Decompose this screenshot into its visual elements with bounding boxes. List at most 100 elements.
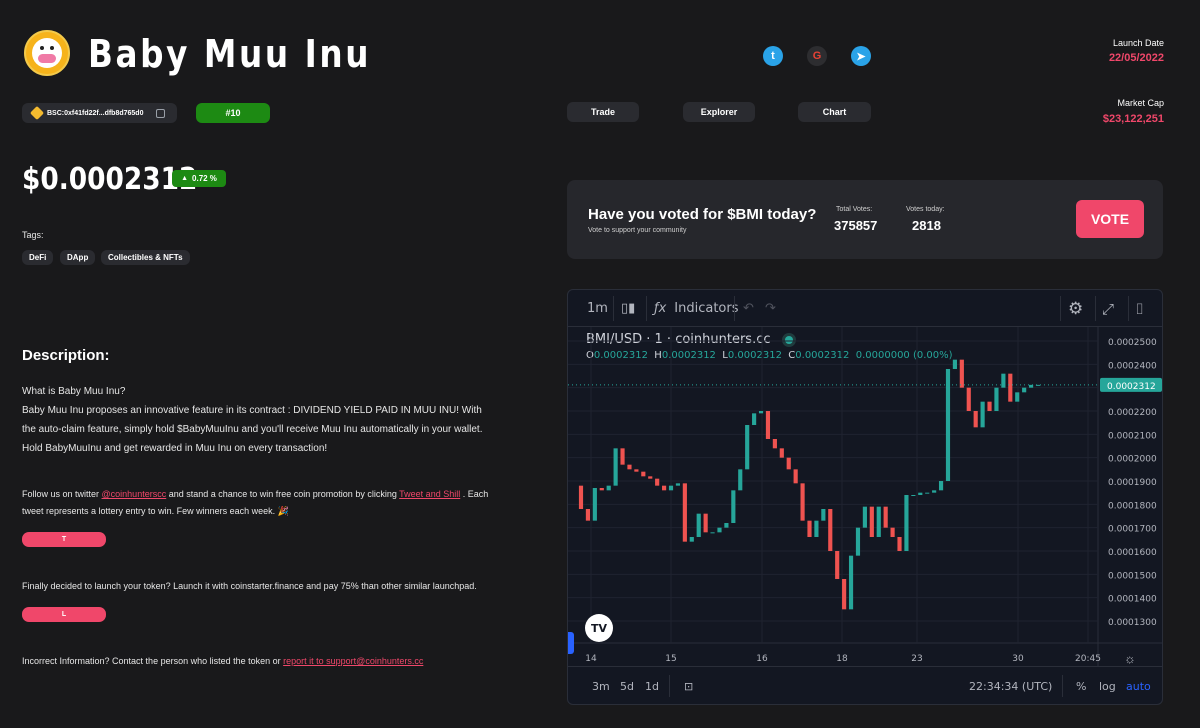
interval-button[interactable]: 1m — [587, 290, 608, 327]
undo-icon[interactable]: ↶ — [743, 290, 754, 327]
tag-defi[interactable]: DeFi — [22, 250, 54, 265]
description-body: Baby Muu Inu proposes an innovative feat… — [22, 405, 483, 454]
candle — [828, 509, 833, 551]
log-scale-toggle[interactable]: log — [1099, 667, 1116, 704]
y-tick-label: 0.0002200 — [1108, 408, 1157, 418]
tweet-button[interactable]: T — [22, 532, 106, 547]
candle — [606, 485, 611, 491]
range-3m[interactable]: 3m — [592, 667, 610, 704]
tradingview-logo-icon[interactable]: TV — [585, 614, 613, 642]
candle — [911, 495, 916, 496]
candle — [613, 448, 618, 486]
contract-address-text: BSC:0xf41fd22f...dfb8d765d0 — [47, 109, 144, 117]
candle — [765, 411, 771, 439]
chart-button[interactable]: Chart — [798, 102, 871, 122]
launchpad-text: Finally decided to launch your token? La… — [22, 581, 477, 591]
y-tick-label: 0.0001300 — [1108, 618, 1157, 628]
range-1d[interactable]: 1d — [645, 667, 659, 704]
candlestick-chart[interactable]: 0.00025000.00024000.00023000.00022000.00… — [568, 327, 1163, 667]
candle — [869, 506, 874, 537]
candle — [855, 527, 861, 556]
candle — [1015, 392, 1020, 402]
launch-date-label: Launch Date — [1112, 38, 1164, 48]
y-tick-label: 0.0001400 — [1108, 595, 1157, 605]
token-name: Baby Muu Inu — [88, 32, 372, 76]
candle — [883, 506, 888, 528]
votes-today-label: Votes today: — [906, 206, 945, 213]
candle — [835, 551, 840, 579]
y-tick-label: 0.0002500 — [1108, 338, 1157, 348]
twitter-icon[interactable]: t — [763, 46, 783, 66]
redo-icon[interactable]: ↷ — [765, 290, 776, 327]
candle — [980, 401, 985, 428]
candle — [938, 481, 944, 491]
settings-gear-icon[interactable]: ⚙ — [1068, 290, 1083, 327]
candle — [689, 537, 694, 542]
y-tick-label: 0.0001500 — [1108, 571, 1157, 581]
y-tick-label: 0.0001700 — [1108, 525, 1157, 535]
arrow-up-icon: ▲ — [181, 175, 189, 182]
chart-bottom-bar: 3m 5d 1d ⊡ 22:34:34 (UTC) % log auto — [568, 666, 1162, 704]
y-tick-label: 0.0001800 — [1108, 501, 1157, 511]
y-tick-label: 0.0002000 — [1108, 455, 1157, 465]
vote-button[interactable]: VOTE — [1076, 200, 1144, 238]
report-link[interactable]: report it to support@coinhunters.cc — [283, 656, 423, 666]
percent-scale-toggle[interactable]: % — [1076, 667, 1086, 704]
x-tick-label: 23 — [911, 654, 922, 664]
candle — [592, 488, 597, 521]
x-tick-label: 18 — [836, 654, 848, 664]
copy-icon[interactable] — [156, 108, 166, 118]
candle — [1022, 387, 1027, 393]
candle — [959, 359, 964, 388]
candle — [807, 520, 812, 537]
y-tick-label: 0.0001900 — [1108, 478, 1157, 488]
total-votes-label: Total Votes: — [836, 206, 873, 213]
candle — [862, 506, 867, 528]
vote-subtitle: Vote to support your community — [588, 227, 687, 234]
candle — [634, 469, 639, 472]
range-5d[interactable]: 5d — [620, 667, 634, 704]
chart-settings-icon: ☼ — [1124, 651, 1136, 666]
trade-button[interactable]: Trade — [567, 102, 639, 122]
candle — [758, 411, 764, 414]
bnb-icon — [29, 105, 45, 121]
contract-address[interactable]: BSC:0xf41fd22f...dfb8d765d0 — [22, 103, 177, 123]
x-tick-label: 30 — [1012, 654, 1024, 664]
candle — [987, 401, 992, 411]
report-pre: Incorrect Information? Contact the perso… — [22, 656, 284, 666]
utc-time[interactable]: 22:34:34 (UTC) — [969, 667, 1052, 704]
auto-scale-toggle[interactable]: auto — [1126, 667, 1151, 704]
tag-dapp[interactable]: DApp — [60, 250, 96, 265]
price-chart-widget: 1m ▯▮ ƒx Indicators ↶ ↷ ⚙ ⤢ ⌷ BMI/USD · … — [567, 289, 1163, 705]
telegram-icon[interactable]: ➤ — [851, 46, 871, 66]
date-range-icon[interactable]: ⊡ — [684, 667, 693, 704]
total-votes-value: 375857 — [834, 218, 878, 233]
candle — [731, 490, 736, 523]
launch-button[interactable]: L — [22, 607, 106, 622]
y-tick-label: 0.0001600 — [1108, 548, 1157, 558]
tag-collectibles[interactable]: Collectibles & NFTs — [101, 250, 190, 265]
explorer-button[interactable]: Explorer — [683, 102, 755, 122]
candle — [620, 448, 625, 465]
candle — [585, 509, 591, 521]
drawing-panel-toggle[interactable] — [568, 632, 574, 654]
google-icon[interactable]: G — [807, 46, 827, 66]
candle-style-icon[interactable]: ▯▮ — [621, 290, 635, 327]
function-icon: ƒx — [654, 301, 667, 316]
candle — [1001, 373, 1006, 388]
token-logo — [24, 30, 70, 76]
twitter-handle-link[interactable]: @coinhunterscc — [102, 489, 167, 499]
fullscreen-icon[interactable]: ⤢ — [1102, 290, 1114, 327]
candle — [800, 483, 805, 521]
cow-icon — [32, 38, 62, 68]
camera-icon[interactable]: ⌷ — [1135, 290, 1144, 327]
candle — [682, 483, 687, 542]
candle — [627, 464, 632, 470]
candle — [724, 523, 729, 528]
candle — [668, 485, 674, 491]
tweet-and-shill-link[interactable]: Tweet and Shill — [399, 489, 460, 499]
indicators-button[interactable]: ƒx Indicators — [654, 290, 739, 327]
candle — [710, 532, 715, 534]
vote-card: Have you voted for $BMI today? Vote to s… — [567, 180, 1163, 259]
launch-date-value: 22/05/2022 — [1108, 52, 1164, 64]
